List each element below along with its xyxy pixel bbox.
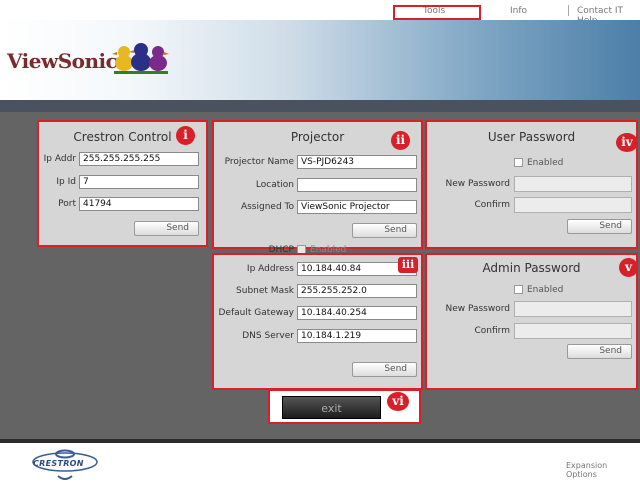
ip-id-input[interactable]: 7 bbox=[79, 175, 199, 189]
exit-button[interactable]: exit bbox=[282, 396, 381, 419]
projector-name-label: Projector Name bbox=[224, 157, 294, 167]
user-password-enabled-checkbox[interactable] bbox=[514, 158, 523, 167]
subnet-mask-label: Subnet Mask bbox=[236, 286, 294, 296]
user-password-enabled-label: Enabled bbox=[527, 158, 564, 168]
user-new-password-input[interactable] bbox=[514, 176, 632, 192]
crestron-logo-text: CRESTRON bbox=[33, 459, 84, 468]
network-settings-panel: Ip Address 10.184.40.84 Subnet Mask 255.… bbox=[212, 253, 423, 390]
admin-password-send-button[interactable]: Send bbox=[567, 344, 632, 359]
admin-new-password-input[interactable] bbox=[514, 301, 632, 317]
assigned-to-label: Assigned To bbox=[240, 202, 294, 212]
crestron-send-button[interactable]: Send bbox=[134, 221, 199, 236]
dns-server-label: DNS Server bbox=[242, 331, 294, 341]
location-label: Location bbox=[255, 180, 294, 190]
badge-vi: vi bbox=[387, 392, 409, 411]
user-password-send-button[interactable]: Send bbox=[567, 219, 632, 234]
admin-confirm-input[interactable] bbox=[514, 323, 632, 339]
dns-server-input[interactable]: 10.184.1.219 bbox=[297, 329, 417, 343]
ip-address-label: Ip Address bbox=[246, 264, 294, 274]
user-new-password-label: New Password bbox=[445, 179, 510, 189]
network-send-button[interactable]: Send bbox=[352, 362, 417, 377]
assigned-to-input[interactable]: ViewSonic Projector bbox=[297, 200, 417, 214]
admin-new-password-label: New Password bbox=[445, 304, 510, 314]
nav-strip bbox=[0, 100, 640, 112]
birds-logo-icon bbox=[112, 43, 169, 74]
viewsonic-logo: ViewSonic bbox=[7, 49, 118, 73]
projector-title: Projector bbox=[290, 130, 345, 144]
projector-name-input[interactable]: VS-PJD6243 bbox=[297, 155, 417, 169]
ip-addr-label: Ip Addr bbox=[43, 154, 76, 164]
admin-confirm-label: Confirm bbox=[474, 326, 510, 336]
user-password-panel: User Password Enabled New Password Confi… bbox=[425, 120, 638, 249]
user-password-title: User Password bbox=[487, 130, 576, 144]
admin-password-enabled-label: Enabled bbox=[527, 285, 564, 295]
tools-highlight-box bbox=[393, 5, 481, 20]
admin-password-enabled-checkbox[interactable] bbox=[514, 285, 523, 294]
subnet-mask-input[interactable]: 255.255.252.0 bbox=[297, 284, 417, 298]
port-input[interactable]: 41794 bbox=[79, 197, 199, 211]
admin-password-panel: Admin Password Enabled New Password Conf… bbox=[425, 253, 638, 390]
default-gateway-input[interactable]: 10.184.40.254 bbox=[297, 306, 417, 320]
expansion-options-link[interactable]: Expansion Options bbox=[566, 461, 640, 479]
badge-v: v bbox=[619, 258, 638, 277]
user-confirm-input[interactable] bbox=[514, 197, 632, 213]
default-gateway-label: Default Gateway bbox=[218, 308, 294, 318]
nav-info[interactable]: Info bbox=[510, 6, 527, 16]
badge-iv: iv bbox=[616, 133, 638, 152]
projector-send-button[interactable]: Send bbox=[352, 223, 417, 238]
badge-iii: iii bbox=[398, 257, 418, 273]
footer: CRESTRON Expansion Options bbox=[0, 443, 640, 485]
top-navigation: Tools Info Contact IT Help bbox=[0, 0, 640, 26]
port-label: Port bbox=[58, 199, 76, 209]
badge-ii: ii bbox=[391, 131, 410, 150]
admin-password-title: Admin Password bbox=[482, 261, 581, 275]
ip-id-label: Ip Id bbox=[56, 177, 76, 187]
nav-divider bbox=[568, 5, 569, 16]
ip-addr-input[interactable]: 255.255.255.255 bbox=[79, 152, 199, 166]
user-confirm-label: Confirm bbox=[474, 200, 510, 210]
location-input[interactable] bbox=[297, 178, 417, 192]
badge-i: i bbox=[176, 126, 195, 145]
